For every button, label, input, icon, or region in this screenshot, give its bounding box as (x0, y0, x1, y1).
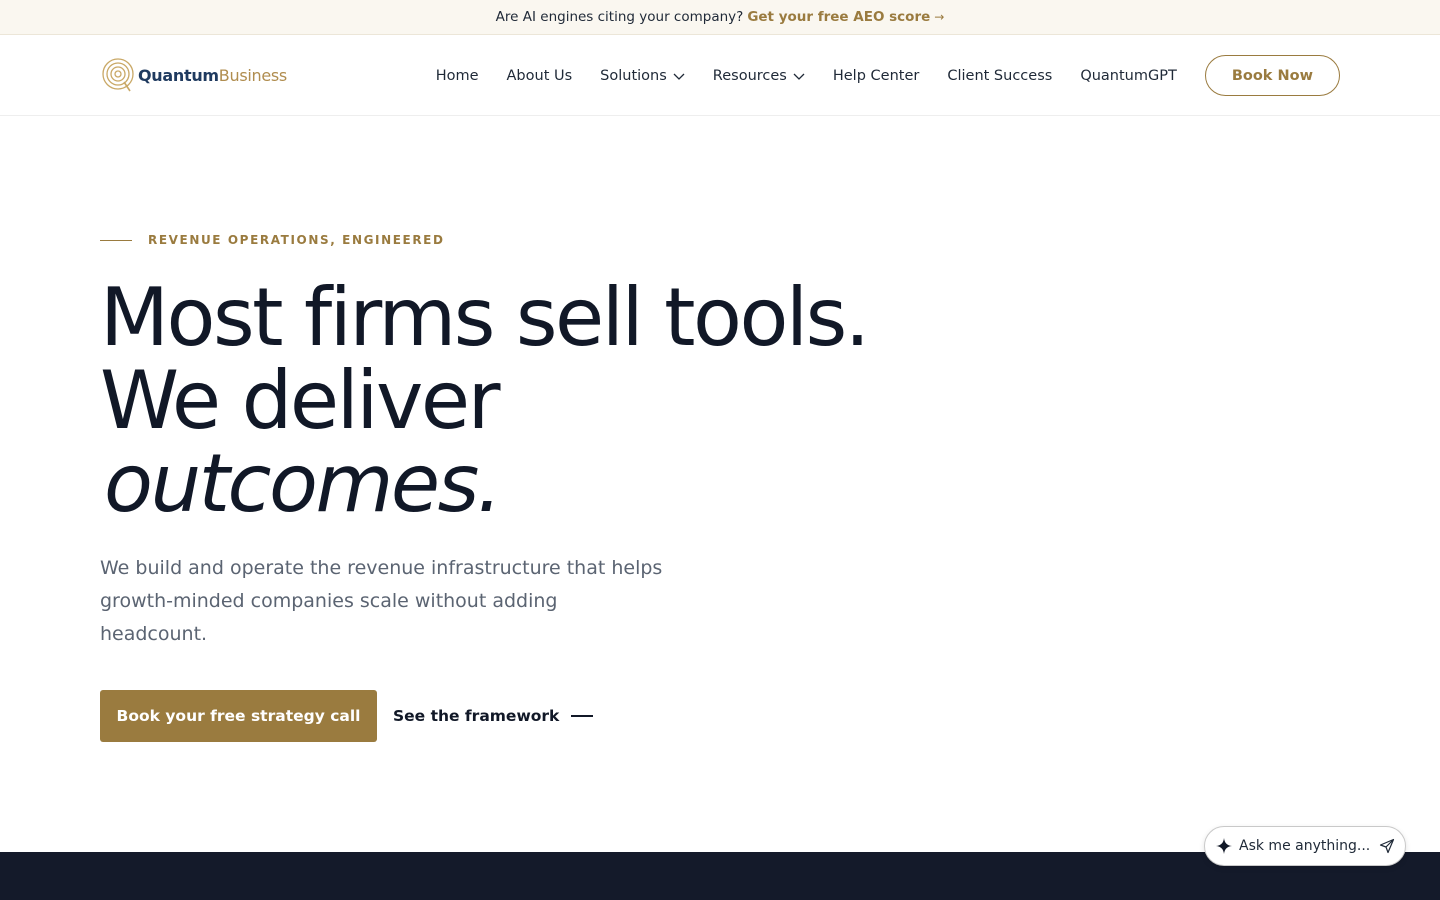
hero-subcopy: We build and operate the revenue infrast… (100, 557, 663, 645)
nav-item-help-center[interactable]: Help Center (833, 68, 919, 84)
eyebrow-text: REVENUE OPERATIONS, ENGINEERED (148, 233, 445, 247)
hero-headline: Most firms sell tools. We deliver outcom… (100, 276, 1000, 525)
nav-item-solutions[interactable]: Solutions (600, 68, 685, 84)
announcement-bar: Are AI engines citing your company? Get … (0, 0, 1440, 35)
headline-line-2: We deliver (100, 354, 500, 447)
aeo-score-link[interactable]: Get your free AEO score (747, 9, 930, 25)
nav-item-label: Resources (712, 67, 787, 84)
book-strategy-call-button[interactable]: Book your free strategy call (100, 690, 377, 742)
site-header: QuantumBusiness Home About Us Solutions … (0, 35, 1440, 116)
headline-line-3: outcomes. (104, 437, 502, 530)
quantum-rings-logo-icon (102, 58, 134, 92)
dash-icon (571, 715, 594, 717)
eyebrow-rule (100, 239, 132, 241)
ai-assistant-widget[interactable] (1204, 826, 1406, 866)
assistant-input[interactable] (1239, 838, 1375, 854)
nav-item-label: Solutions (600, 67, 667, 84)
hero-eyebrow: REVENUE OPERATIONS, ENGINEERED (100, 233, 445, 247)
chevron-down-icon (673, 73, 685, 80)
send-icon[interactable] (1379, 838, 1395, 854)
nav-item-client-success[interactable]: Client Success (947, 68, 1052, 84)
headline-line-1: Most firms sell tools. (100, 271, 870, 364)
see-framework-link[interactable]: See the framework (393, 690, 594, 742)
nav-item-home[interactable]: Home (436, 68, 479, 84)
see-framework-label: See the framework (393, 707, 560, 725)
nav-item-about-us[interactable]: About Us (507, 68, 573, 84)
nav-item-resources[interactable]: Resources (713, 68, 805, 84)
sparkle-icon (1216, 838, 1232, 854)
brand-name-secondary: Business (218, 65, 287, 85)
main-nav: Home About Us Solutions Resources Help C… (436, 55, 1340, 96)
book-now-button[interactable]: Book Now (1204, 55, 1340, 96)
announcement-text: Are AI engines citing your company? (495, 9, 744, 25)
nav-item-quantumgpt[interactable]: QuantumGPT (1080, 68, 1177, 84)
brand-logo[interactable]: QuantumBusiness (100, 55, 287, 95)
brand-name-primary: Quantum (138, 65, 219, 85)
arrow-right-icon[interactable]: → (934, 10, 944, 24)
chevron-down-icon (793, 73, 805, 80)
